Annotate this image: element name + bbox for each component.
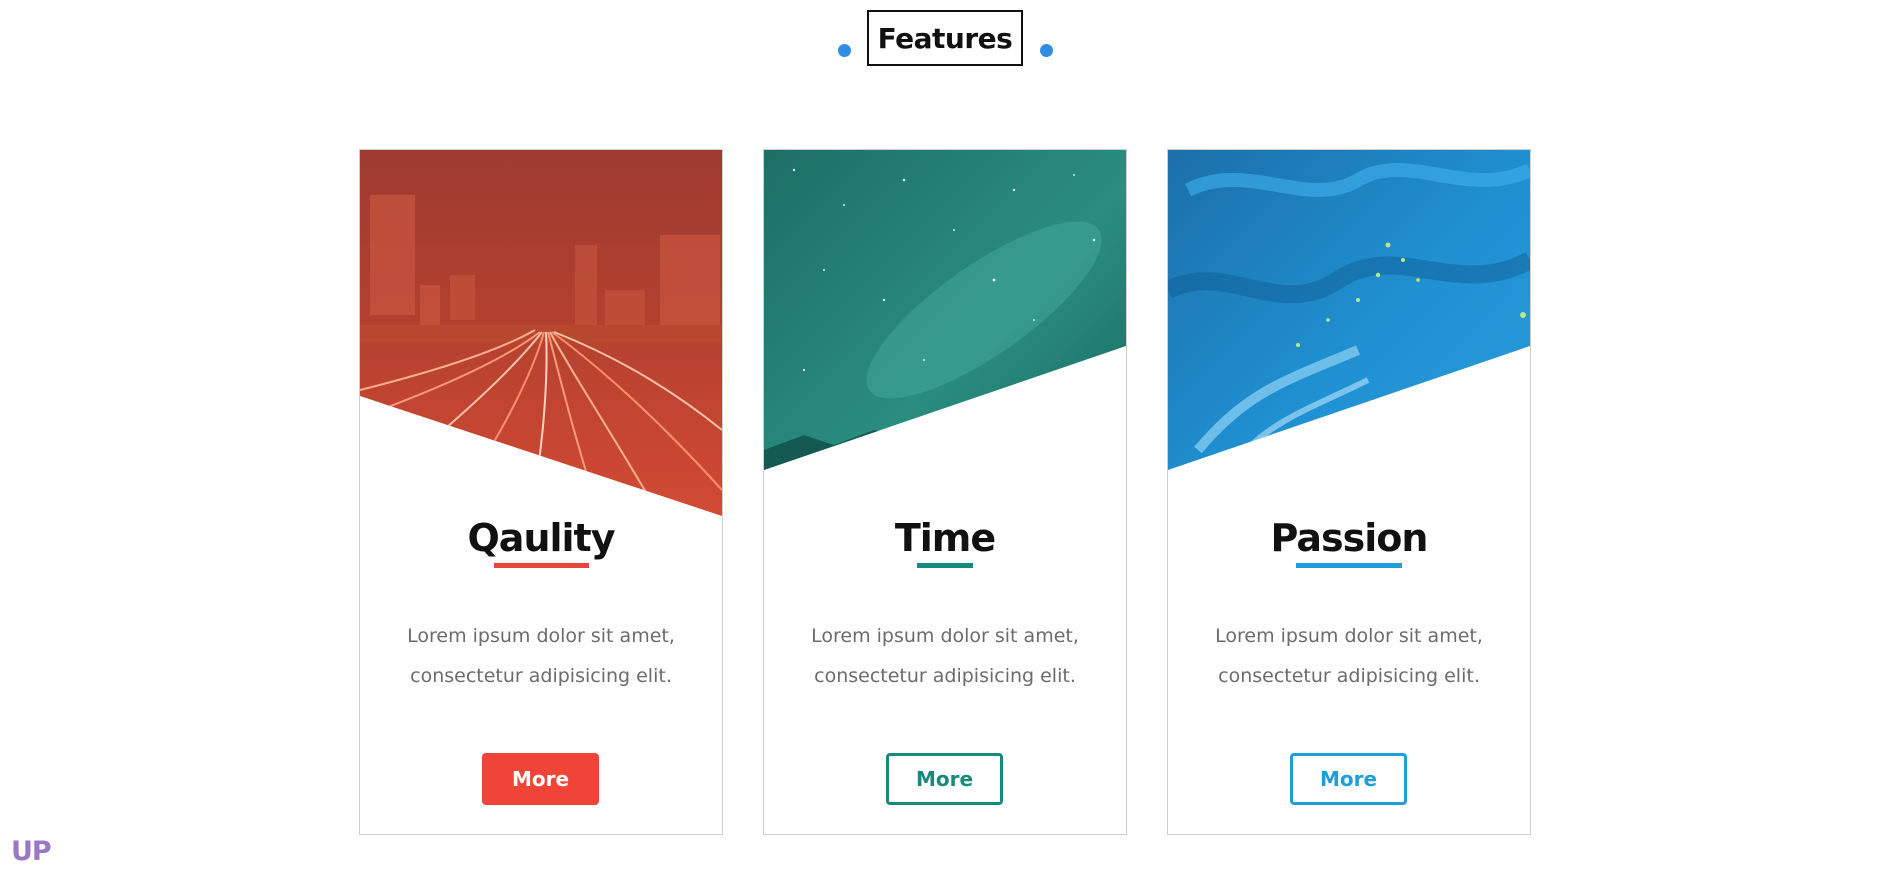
- card-description: Lorem ipsum dolor sit amet, consectetur …: [1168, 616, 1530, 696]
- card-description-line-2: consectetur adipisicing elit.: [410, 665, 672, 687]
- more-button[interactable]: More: [482, 753, 599, 805]
- scroll-up-link[interactable]: UP: [11, 836, 52, 867]
- card-description-line-1: Lorem ipsum dolor sit amet,: [811, 625, 1079, 647]
- section-heading: Features: [0, 10, 1879, 70]
- card-description-line-1: Lorem ipsum dolor sit amet,: [407, 625, 675, 647]
- card-title: Time: [894, 516, 996, 560]
- card-description-line-2: consectetur adipisicing elit.: [814, 665, 1076, 687]
- card-description: Lorem ipsum dolor sit amet, consectetur …: [764, 616, 1126, 696]
- title-underline: [917, 563, 973, 568]
- feature-card-time: Time Lorem ipsum dolor sit amet, consect…: [763, 149, 1127, 835]
- feature-card-quality: Qaulity Lorem ipsum dolor sit amet, cons…: [359, 149, 723, 835]
- decorative-dot-right: [1040, 44, 1053, 57]
- more-button[interactable]: More: [886, 753, 1003, 805]
- card-title: Qaulity: [467, 516, 616, 560]
- more-button[interactable]: More: [1290, 753, 1407, 805]
- card-description-line-1: Lorem ipsum dolor sit amet,: [1215, 625, 1483, 647]
- starry-sky-image: [764, 150, 1126, 516]
- card-description: Lorem ipsum dolor sit amet, consectetur …: [360, 616, 722, 696]
- card-title: Passion: [1270, 516, 1429, 560]
- features-title: Features: [867, 10, 1023, 66]
- feature-card-passion: Passion Lorem ipsum dolor sit amet, cons…: [1167, 149, 1531, 835]
- card-description-line-2: consectetur adipisicing elit.: [1218, 665, 1480, 687]
- decorative-dot-left: [838, 44, 851, 57]
- title-underline: [494, 563, 589, 568]
- city-light-trails-image: [360, 150, 722, 516]
- title-underline: [1296, 563, 1402, 568]
- blue-fluid-art-image: [1168, 150, 1530, 516]
